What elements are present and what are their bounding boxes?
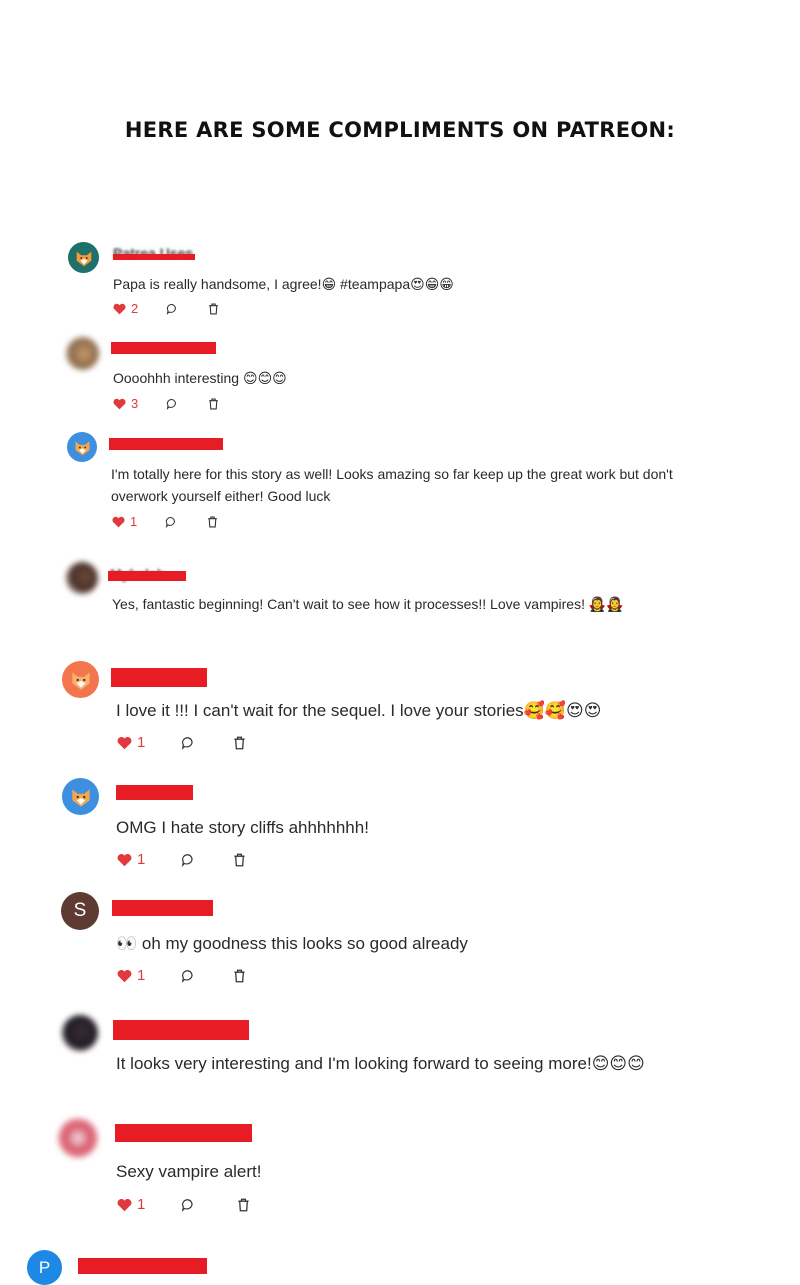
letter-avatar[interactable]: S xyxy=(61,892,99,930)
redacted-name xyxy=(111,668,207,687)
redacted-name xyxy=(113,254,195,260)
comment-actions: 2 xyxy=(113,301,219,316)
comment-actions: 1 xyxy=(117,1196,250,1213)
like-count: 1 xyxy=(130,514,138,529)
like-count: 2 xyxy=(131,301,139,316)
fox-icon[interactable] xyxy=(62,778,99,815)
like-count: 1 xyxy=(137,851,146,868)
photo-avatar[interactable] xyxy=(66,562,98,594)
fox-icon[interactable] xyxy=(67,432,97,462)
heart-icon[interactable] xyxy=(117,1198,132,1212)
trash-icon[interactable] xyxy=(208,303,219,315)
trash-icon[interactable] xyxy=(237,1198,250,1212)
comment-text: 👀 oh my goodness this looks so good alre… xyxy=(116,934,468,953)
heart-icon[interactable] xyxy=(117,853,132,867)
reply-icon[interactable] xyxy=(166,303,178,315)
trash-icon[interactable] xyxy=(208,398,219,410)
avatar-letter: S xyxy=(73,900,87,921)
like-count: 3 xyxy=(131,396,139,411)
comment-text: Sexy vampire alert! xyxy=(116,1162,262,1181)
trash-icon[interactable] xyxy=(207,516,218,528)
comment-actions: 1 xyxy=(117,734,246,751)
redacted-name xyxy=(78,1258,207,1274)
reply-icon[interactable] xyxy=(181,969,195,983)
redacted-name xyxy=(108,571,186,581)
photo-avatar[interactable] xyxy=(62,1015,98,1051)
heart-icon[interactable] xyxy=(113,303,126,315)
avatar-letter: P xyxy=(38,1257,51,1277)
page-title: HERE ARE SOME COMPLIMENTS ON PATREON: xyxy=(124,118,676,142)
fox-icon[interactable] xyxy=(62,661,99,698)
comment-actions: 1 xyxy=(117,967,246,984)
comment-actions: 3 xyxy=(113,396,219,411)
comment-text: OMG I hate story cliffs ahhhhhhh! xyxy=(116,818,369,837)
photo-avatar[interactable] xyxy=(58,1118,98,1158)
comment-actions: 1 xyxy=(117,851,246,868)
heart-icon[interactable] xyxy=(117,969,132,983)
redacted-name xyxy=(112,900,213,916)
redacted-name xyxy=(115,1124,252,1142)
redacted-name xyxy=(116,785,193,800)
fox-icon[interactable] xyxy=(68,242,99,273)
comment-text: I love it !!! I can't wait for the seque… xyxy=(116,701,602,720)
like-count: 1 xyxy=(137,967,146,984)
comment-text: Papa is really handsome, I agree!😁 #team… xyxy=(113,276,454,292)
reply-icon[interactable] xyxy=(181,736,195,750)
redacted-name xyxy=(111,342,216,354)
comment-actions: 1 xyxy=(112,514,218,529)
trash-icon[interactable] xyxy=(233,736,246,750)
reply-icon[interactable] xyxy=(165,516,177,528)
photo-avatar[interactable] xyxy=(66,337,99,370)
like-count: 1 xyxy=(137,1196,146,1213)
comment-text: I'm totally here for this story as well!… xyxy=(111,466,673,504)
comment-text: It looks very interesting and I'm lookin… xyxy=(116,1054,645,1073)
comment-text: Oooohhh interesting 😊😊😊 xyxy=(113,370,287,386)
redacted-name xyxy=(109,438,223,450)
heart-icon[interactable] xyxy=(117,736,132,750)
heart-icon[interactable] xyxy=(113,398,126,410)
redacted-name xyxy=(113,1020,249,1040)
reply-icon[interactable] xyxy=(181,1198,195,1212)
trash-icon[interactable] xyxy=(233,969,246,983)
reply-icon[interactable] xyxy=(181,853,195,867)
reply-icon[interactable] xyxy=(166,398,178,410)
comment-text: Yes, fantastic beginning! Can't wait to … xyxy=(112,596,624,612)
trash-icon[interactable] xyxy=(233,853,246,867)
like-count: 1 xyxy=(137,734,146,751)
heart-icon[interactable] xyxy=(112,516,125,528)
